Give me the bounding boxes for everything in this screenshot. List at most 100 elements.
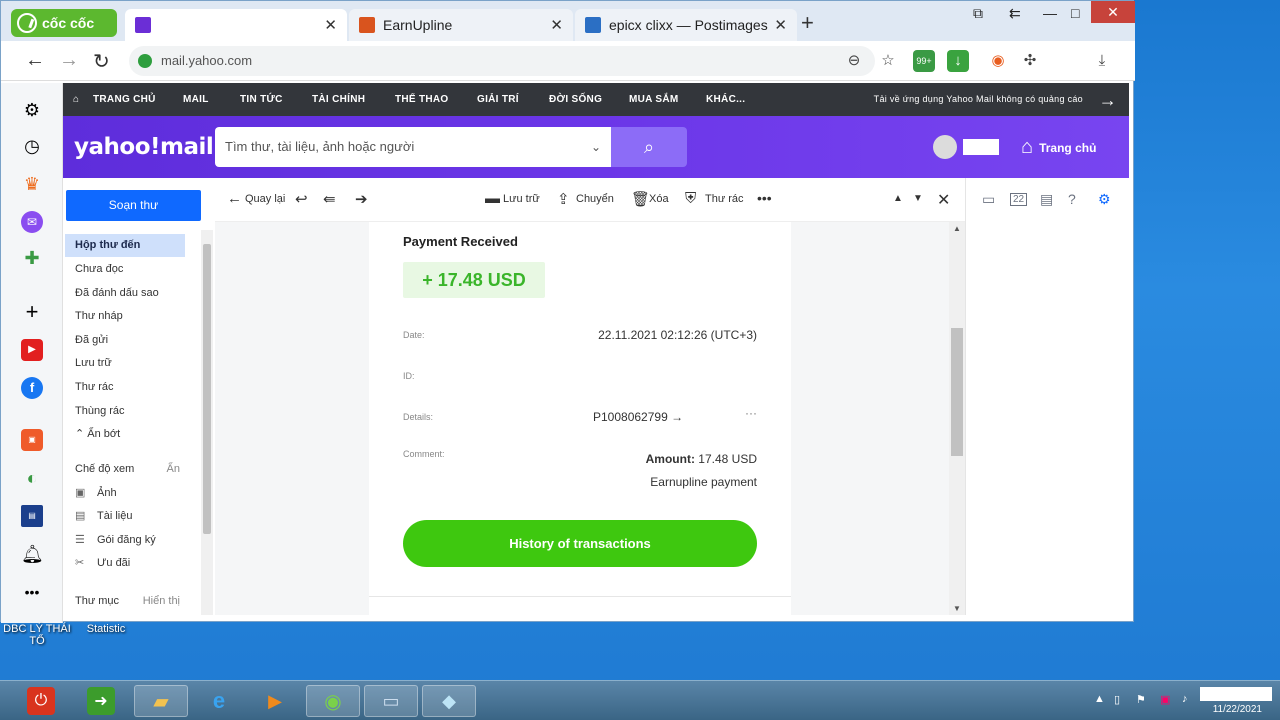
- more-icon[interactable]: •••: [21, 581, 43, 603]
- view-photos[interactable]: ▣ Ảnh: [65, 482, 185, 505]
- network-icon[interactable]: ▣: [1160, 693, 1170, 706]
- nav-item-news[interactable]: TIN TỨC: [240, 94, 283, 105]
- search-button[interactable]: ⌕: [611, 127, 687, 167]
- user-name[interactable]: [963, 139, 999, 155]
- scroll-up-icon[interactable]: ▲: [953, 224, 961, 233]
- close-tab-icon[interactable]: ✕: [550, 16, 563, 34]
- facebook-icon[interactable]: f: [21, 377, 43, 399]
- coccoc-map-icon[interactable]: ◐: [21, 467, 43, 489]
- extension-badge-icon[interactable]: 99+: [913, 50, 935, 72]
- more-actions-icon[interactable]: •••: [757, 190, 772, 206]
- shield-icon[interactable]: ⛨: [685, 190, 696, 207]
- notification-bell-icon[interactable]: 🔔︎: [21, 543, 44, 565]
- screenshot-icon[interactable]: ⧉: [973, 5, 983, 22]
- folder-scrollbar[interactable]: [201, 230, 213, 615]
- nav-item-home[interactable]: TRANG CHỦ: [93, 94, 156, 105]
- bookmark-star-icon[interactable]: ☆: [877, 50, 899, 72]
- folder-inbox[interactable]: Hộp thư đến: [65, 234, 185, 257]
- desktop-icon-statistic[interactable]: Statistic: [80, 623, 132, 635]
- nav-item-shopping[interactable]: MUA SẮM: [629, 94, 679, 105]
- close-tab-icon[interactable]: ✕: [324, 16, 337, 34]
- clock-date[interactable]: 11/22/2021: [1213, 704, 1262, 715]
- nav-item-more[interactable]: KHÁC...: [706, 94, 745, 105]
- tab-earnupline[interactable]: EarnUpline ✕: [349, 9, 573, 41]
- nav-item-entertainment[interactable]: GIẢI TRÍ: [477, 94, 519, 105]
- internet-explorer-icon[interactable]: e: [192, 685, 246, 717]
- back-icon[interactable]: ←: [25, 49, 45, 72]
- scrollbar-thumb[interactable]: [951, 328, 963, 456]
- forward-icon[interactable]: ➔: [355, 190, 368, 208]
- show-hidden-icons[interactable]: ▲: [1094, 693, 1105, 705]
- youtube-icon[interactable]: ▶: [21, 339, 43, 361]
- history-of-transactions-button[interactable]: History of transactions: [403, 520, 757, 567]
- compose-button[interactable]: Soạn thư: [66, 190, 201, 221]
- delete-button[interactable]: Xóa: [649, 193, 669, 205]
- download-extension-icon[interactable]: ↓: [947, 50, 969, 72]
- spam-button[interactable]: Thư rác: [705, 193, 744, 205]
- trash-icon[interactable]: 🗑︎: [631, 190, 650, 208]
- reply-all-icon[interactable]: ⇚: [323, 190, 336, 208]
- nav-item-sports[interactable]: THỂ THAO: [395, 94, 449, 105]
- folder-sent[interactable]: Đã gửi: [65, 329, 185, 352]
- search-input[interactable]: Tìm thư, tài liệu, ảnh hoặc người ⌄: [215, 127, 611, 167]
- coccoc-logo[interactable]: cốc cốc: [11, 9, 117, 37]
- views-hide-link[interactable]: Ẩn: [167, 458, 180, 481]
- chevron-down-icon[interactable]: ⌄: [591, 127, 601, 167]
- app-promo-link[interactable]: Tải về ứng dụng Yahoo Mail không có quản…: [874, 94, 1083, 104]
- notepad-taskbar-icon[interactable]: ◆: [422, 685, 476, 717]
- reload-icon[interactable]: ↻: [93, 49, 110, 74]
- details-value[interactable]: P1008062799 →: [593, 410, 683, 424]
- reply-icon[interactable]: ↩: [295, 190, 308, 208]
- back-arrow-icon[interactable]: ⇇: [1009, 5, 1021, 22]
- crown-icon[interactable]: ♛: [21, 173, 43, 195]
- file-explorer-icon[interactable]: ▰: [134, 685, 188, 717]
- folder-drafts[interactable]: Thư nháp: [65, 305, 185, 328]
- view-subscriptions[interactable]: ☰ Gói đăng ký: [65, 529, 185, 552]
- shutdown-icon[interactable]: ⏻: [14, 685, 68, 717]
- calendar-icon[interactable]: 22: [1010, 193, 1028, 206]
- archive-icon[interactable]: ▬: [485, 190, 500, 207]
- next-message-icon[interactable]: ▼: [913, 193, 923, 204]
- minimize-icon[interactable]: —: [1043, 5, 1057, 21]
- close-message-icon[interactable]: ✕: [937, 190, 950, 210]
- forward-icon[interactable]: →: [59, 49, 79, 72]
- settings-icon[interactable]: ⚙: [21, 99, 43, 121]
- settings-gear-icon[interactable]: ⚙: [1098, 191, 1111, 208]
- folder-trash[interactable]: Thùng rác: [65, 400, 185, 423]
- coccoc-extension-icon[interactable]: ◉: [987, 50, 1009, 72]
- url-input[interactable]: mail.yahoo.com: [129, 46, 875, 76]
- view-documents[interactable]: ▤ Tài liệu: [65, 505, 185, 528]
- volume-icon[interactable]: ♪: [1182, 693, 1188, 705]
- history-icon[interactable]: ◷: [21, 135, 43, 157]
- details-more[interactable]: ···: [745, 406, 757, 420]
- move-icon[interactable]: ⇪: [557, 190, 570, 208]
- window-close-icon[interactable]: ✕: [1091, 1, 1135, 23]
- folder-archive[interactable]: Lưu trữ: [65, 352, 185, 375]
- switch-user-icon[interactable]: ➜: [74, 685, 128, 717]
- prev-message-icon[interactable]: ▲: [893, 193, 903, 204]
- home-button[interactable]: ⌂ Trang chủ: [1021, 136, 1096, 159]
- nav-item-mail[interactable]: MAIL: [183, 94, 209, 105]
- yahoo-mail-logo[interactable]: yahoo!mail: [74, 134, 214, 160]
- message-scrollbar[interactable]: ▲ ▼: [949, 222, 965, 615]
- coccoc-taskbar-icon[interactable]: ◉: [306, 685, 360, 717]
- move-button[interactable]: Chuyển: [576, 193, 614, 205]
- folder-spam[interactable]: Thư rác: [65, 376, 185, 399]
- battery-icon[interactable]: ▯: [1114, 693, 1120, 706]
- tab-yahoo-mail[interactable]: ✕: [125, 9, 347, 41]
- new-tab-icon[interactable]: +: [801, 12, 814, 34]
- scroll-down-icon[interactable]: ▼: [953, 604, 961, 613]
- folder-unread[interactable]: Chưa đọc: [65, 258, 185, 281]
- tab-postimages[interactable]: epicx clixx — Postimages ✕: [575, 9, 797, 41]
- view-deals[interactable]: ✂ Ưu đãi: [65, 552, 185, 575]
- nav-item-lifestyle[interactable]: ĐỜI SỐNG: [549, 94, 602, 105]
- puzzle-icon[interactable]: ✣: [1019, 50, 1041, 72]
- add-icon[interactable]: +: [21, 301, 43, 323]
- collapse-toggle[interactable]: ⌃ Ẩn bớt: [65, 423, 185, 446]
- contacts-icon[interactable]: ▭: [982, 191, 995, 208]
- scrollbar-thumb[interactable]: [203, 244, 211, 534]
- close-tab-icon[interactable]: ✕: [774, 16, 787, 34]
- gamepad-icon[interactable]: ✚: [21, 247, 43, 269]
- media-player-icon[interactable]: ▶: [248, 685, 302, 717]
- archive-button[interactable]: Lưu trữ: [503, 193, 540, 205]
